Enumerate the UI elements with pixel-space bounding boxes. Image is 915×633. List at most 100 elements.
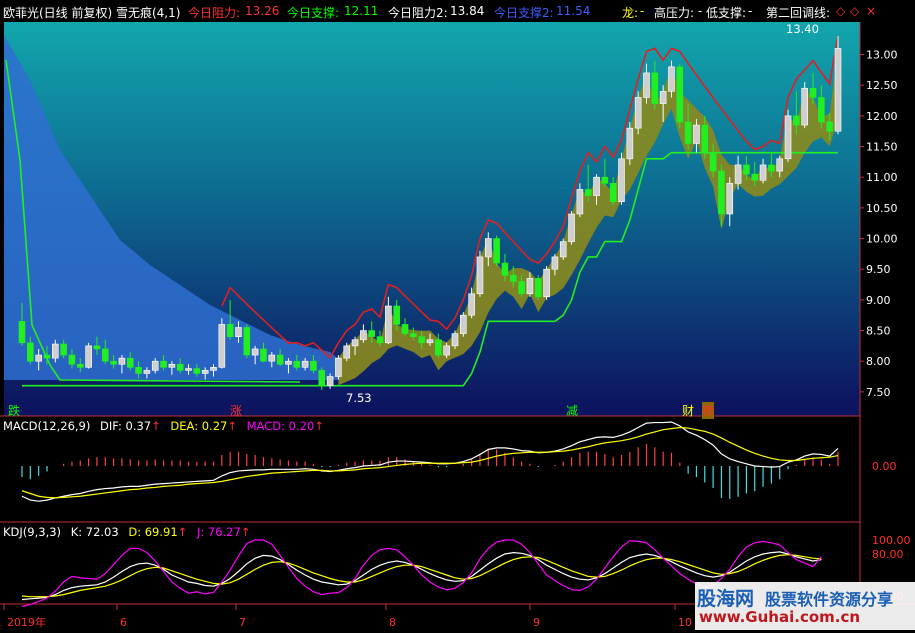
support-value: 12.11 — [344, 4, 379, 18]
candle-body — [784, 115, 792, 160]
candle-body — [834, 48, 842, 132]
low-support-label: 低支撑: — [706, 6, 747, 20]
price-tick-label: 13.00 — [866, 49, 898, 62]
price-tick-label: 7.50 — [866, 386, 891, 399]
candle-body — [76, 363, 84, 368]
candle-body — [85, 345, 92, 368]
high-pressure-value: - — [698, 4, 703, 18]
kdj-j-arrow-icon: ↑ — [240, 525, 251, 539]
candle-body — [668, 66, 675, 92]
candle-body — [626, 127, 634, 160]
candle-body — [151, 360, 159, 371]
candle-body — [551, 256, 559, 270]
candle-body — [801, 87, 808, 126]
candle-body — [726, 183, 734, 215]
candle-body — [93, 345, 101, 350]
candle-body — [385, 305, 392, 344]
price-high-label: 13.40 — [786, 22, 819, 36]
price-low-label: 7.53 — [346, 391, 372, 405]
collapse-icon[interactable]: ◇ — [836, 4, 845, 18]
candle-body — [709, 152, 717, 172]
candle-body — [68, 354, 76, 365]
candle-body — [35, 354, 42, 362]
candle-body — [643, 72, 650, 98]
candle-body — [176, 363, 184, 371]
close-icon[interactable]: × — [866, 4, 876, 18]
price-tick-label: 8.00 — [866, 355, 891, 368]
price-tick-label: 12.50 — [866, 79, 898, 92]
candle-body — [18, 321, 26, 344]
candle-body — [426, 339, 434, 344]
macd-dea: DEA: 0.27 — [170, 419, 228, 433]
candle-body — [743, 164, 750, 175]
candle-body — [243, 327, 251, 356]
kdj-k: K: 72.03 — [70, 525, 119, 539]
candle-body — [826, 121, 833, 132]
candle-body — [276, 354, 284, 365]
candle-body — [509, 275, 517, 282]
candle-body — [260, 348, 267, 362]
candle-body — [310, 360, 317, 371]
candle-body — [135, 367, 142, 374]
watermark-slogan: 股票软件资源分享 — [765, 590, 894, 609]
price-tick-label: 9.50 — [866, 263, 891, 276]
candle-body — [543, 268, 550, 298]
watermark-brand: 股海网 — [697, 588, 755, 610]
candle-body — [410, 333, 417, 337]
candle-body — [609, 183, 617, 203]
marker-rise: 涨 — [230, 404, 243, 418]
expand-icon[interactable]: ◇ — [850, 4, 859, 18]
dif-arrow-icon: ↑ — [151, 419, 161, 433]
kdj-axis-label: 80.00 — [872, 548, 904, 561]
candle-body — [343, 345, 351, 359]
candle-body — [185, 368, 192, 371]
marker-list: 榜 — [702, 402, 715, 419]
macd-axis-label: 0.00 — [872, 460, 897, 473]
macd-title: MACD(12,26,9) — [3, 419, 91, 433]
second-pullback-label: 第二回调线: — [766, 6, 831, 20]
candle-body — [634, 97, 642, 129]
price-tick-label: 12.00 — [866, 110, 898, 123]
candle-body — [776, 158, 784, 172]
candle-body — [43, 354, 51, 359]
candle-body — [285, 360, 292, 365]
candle-body — [160, 360, 167, 368]
candle-body — [301, 360, 309, 368]
time-tick-label: 7 — [239, 616, 246, 629]
candle-body — [659, 91, 667, 104]
candle-body — [751, 173, 759, 181]
low-support-value: - — [748, 4, 753, 18]
time-tick-label: 2019年 — [7, 615, 46, 629]
candle-body — [251, 348, 259, 356]
candle-body — [293, 360, 301, 368]
macd-dif: DIF: 0.37 — [100, 419, 152, 433]
candle-body — [218, 324, 226, 368]
candle-body — [593, 176, 600, 196]
candle-body — [759, 164, 767, 181]
candle-body — [468, 293, 475, 316]
macd-label: MACD(12,26,9) DIF: 0.37↑ DEA: 0.27↑ MACD… — [3, 419, 324, 433]
candle-body — [460, 314, 467, 334]
candle-body — [568, 213, 575, 242]
candle-body — [534, 278, 542, 298]
candle-body — [27, 342, 34, 362]
candle-body — [376, 336, 384, 344]
candle-body — [451, 333, 459, 347]
price-tick-label: 11.50 — [866, 141, 898, 154]
candle-body — [809, 87, 817, 98]
candle-body — [651, 72, 659, 104]
kdj-title: KDJ(9,3,3) — [3, 525, 62, 539]
candle-body — [210, 367, 217, 371]
candle-body — [110, 360, 117, 365]
candle-body — [484, 238, 492, 258]
candle-body — [226, 324, 234, 337]
dragon-label: 龙: — [622, 6, 639, 20]
high-pressure-label: 高压力: — [654, 6, 695, 20]
time-tick-label: 9 — [533, 616, 540, 629]
candle-body — [435, 339, 442, 356]
kdj-d: D: 69.91 — [128, 525, 178, 539]
marker-reduce: 减 — [566, 404, 579, 418]
support-label: 今日支撑: — [287, 6, 340, 20]
marker-fall: 跌 — [8, 404, 21, 418]
candle-body — [326, 376, 334, 387]
